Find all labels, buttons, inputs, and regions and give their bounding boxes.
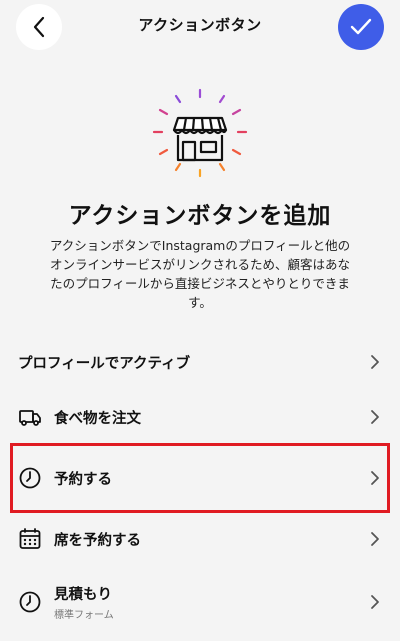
option-text: 見積もり 標準フォーム [54,583,114,621]
option-sublabel: 標準フォーム [54,610,114,621]
checkmark-icon [350,18,372,35]
option-active-on-profile[interactable]: プロフィールでアクティブ [0,345,400,379]
description-line: たのプロフィールから直接ビジネスとやりとりできま [50,276,350,291]
option-label: プロフィールでアクティブ [18,355,191,372]
clock-icon [19,591,41,613]
delivery-truck-icon [19,410,41,426]
option-order-food[interactable]: 食べ物を注文 [0,400,400,434]
chevron-right-icon [371,410,379,424]
chevron-right-icon [371,355,379,369]
option-reserve-table[interactable]: 席を予約する [0,522,400,556]
hero-description: アクションボタンでInstagramのプロフィールと他の オンラインサービスがリ… [30,236,370,312]
chevron-right-icon [371,532,379,546]
hero-title: アクションボタンを追加 [68,203,332,229]
option-label: 食べ物を注文 [54,410,141,427]
option-label: 席を予約する [54,532,141,549]
option-label: 見積もり [54,587,112,603]
highlight-frame [10,443,390,513]
calendar-icon [19,528,41,549]
header: アクションボタン [0,0,400,56]
description-line: アクションボタンでInstagramのプロフィールと他の [49,238,351,253]
description-line: す。 [188,295,212,310]
chevron-right-icon [371,595,379,609]
done-button[interactable] [338,4,384,50]
description-line: オンラインサービスがリンクされるため、顧客はあな [49,257,350,272]
option-get-quote[interactable]: 見積もり 標準フォーム [0,582,400,622]
storefront-icon [152,88,248,178]
